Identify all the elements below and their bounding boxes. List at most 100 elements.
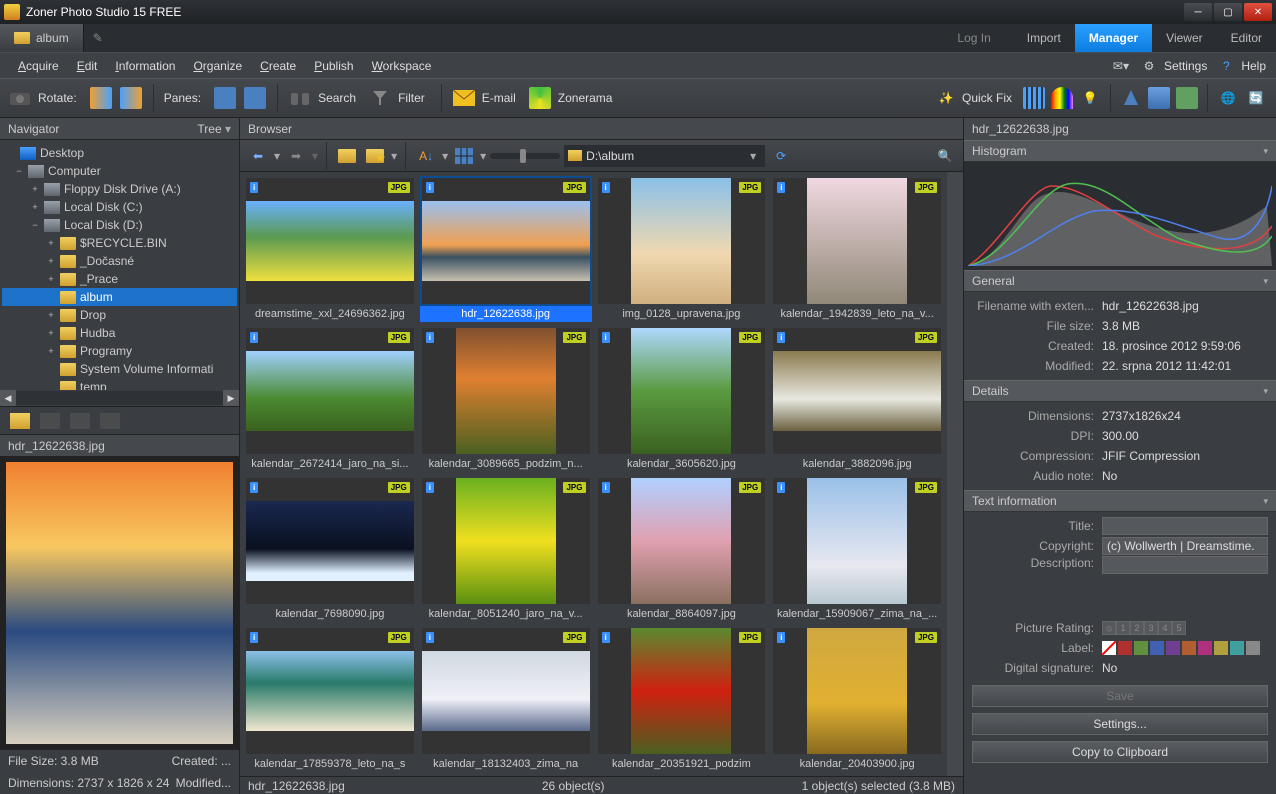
menu-create[interactable]: Create	[252, 56, 304, 76]
tree-temp[interactable]: temp	[2, 378, 237, 390]
tree-svi[interactable]: System Volume Informati	[2, 360, 237, 378]
settings-link[interactable]: Settings	[1164, 59, 1207, 73]
rainbow-icon[interactable]	[1050, 86, 1074, 110]
globe-plus-icon[interactable]: 🌐	[1216, 86, 1240, 110]
tree-desktop[interactable]: Desktop	[2, 144, 237, 162]
copy-clipboard-button[interactable]: Copy to Clipboard	[972, 741, 1268, 763]
help-link[interactable]: Help	[1241, 59, 1266, 73]
thumb-item[interactable]: iJPGkalendar_20403900.jpg	[771, 626, 943, 772]
title-input[interactable]	[1102, 517, 1268, 535]
crop-icon[interactable]	[1175, 86, 1199, 110]
tree-hudba[interactable]: +Hudba	[2, 324, 237, 342]
thumb-item[interactable]: iJPGimg_0128_upravena.jpg	[596, 176, 768, 322]
minimize-button[interactable]: ─	[1184, 3, 1212, 21]
tree-hscroll[interactable]: ◀▶	[0, 390, 239, 406]
tree-programy[interactable]: +Programy	[2, 342, 237, 360]
binoculars-icon[interactable]	[288, 86, 312, 110]
thumb-item[interactable]: iJPGkalendar_3882096.jpg	[771, 326, 943, 472]
thumb-item[interactable]: iJPGkalendar_3089665_podzim_n...	[420, 326, 592, 472]
levels-icon[interactable]	[1022, 86, 1046, 110]
histogram-header[interactable]: Histogram▾	[964, 140, 1276, 162]
tree-floppy[interactable]: +Floppy Disk Drive (A:)	[2, 180, 237, 198]
thumb-grid-wrap[interactable]: iJPGdreamstime_xxl_24696362.jpgiJPGhdr_1…	[240, 172, 947, 776]
preview-image[interactable]	[0, 456, 239, 750]
tree-recycle[interactable]: +$RECYCLE.BIN	[2, 234, 237, 252]
thumb-item[interactable]: iJPGkalendar_3605620.jpg	[596, 326, 768, 472]
file-tab-album[interactable]: album	[0, 24, 84, 52]
menu-workspace[interactable]: Workspace	[364, 56, 440, 76]
label-control[interactable]	[1102, 641, 1260, 655]
sharpen-icon[interactable]	[1119, 86, 1143, 110]
mode-editor[interactable]: Editor	[1217, 24, 1276, 52]
refresh-icon[interactable]: ⟳	[769, 145, 793, 167]
thumb-size-slider[interactable]	[490, 153, 560, 159]
view-grid-icon[interactable]	[452, 145, 476, 167]
thumb-item[interactable]: iJPGdreamstime_xxl_24696362.jpg	[244, 176, 416, 322]
login-link[interactable]: Log In	[943, 24, 1004, 52]
globe-sync-icon[interactable]: 🔄	[1244, 86, 1268, 110]
menu-information[interactable]: Information	[107, 56, 183, 76]
funnel-icon[interactable]	[368, 86, 392, 110]
text-info-header[interactable]: Text information▾	[964, 490, 1276, 512]
folder-tree[interactable]: Desktop −Computer +Floppy Disk Drive (A:…	[0, 140, 239, 390]
tree-c[interactable]: +Local Disk (C:)	[2, 198, 237, 216]
fav-star-icon[interactable]: ★	[363, 145, 387, 167]
tool4-icon[interactable]	[100, 413, 120, 429]
maximize-button[interactable]: ▢	[1214, 3, 1242, 21]
email-label[interactable]: E-mail	[482, 91, 516, 105]
path-dropdown-icon[interactable]: ▾	[745, 149, 761, 163]
save-button[interactable]: Save	[972, 685, 1268, 707]
thumb-item[interactable]: iJPGkalendar_2672414_jaro_na_si...	[244, 326, 416, 472]
pane-info-icon[interactable]	[243, 86, 267, 110]
tree-computer[interactable]: −Computer	[2, 162, 237, 180]
up-folder-icon[interactable]	[335, 145, 359, 167]
thumb-item[interactable]: iJPGkalendar_7698090.jpg	[244, 476, 416, 622]
tool3-icon[interactable]	[70, 413, 90, 429]
tree-docasne[interactable]: +_Dočasné	[2, 252, 237, 270]
search-label[interactable]: Search	[318, 91, 356, 105]
gear-icon[interactable]: ⚙	[1140, 57, 1158, 75]
pane-nav-icon[interactable]	[213, 86, 237, 110]
path-input[interactable]	[586, 149, 741, 163]
general-header[interactable]: General▾	[964, 270, 1276, 292]
tree-prace[interactable]: +_Prace	[2, 270, 237, 288]
resize-icon[interactable]	[1147, 86, 1171, 110]
back-icon[interactable]: ⬅	[246, 145, 270, 167]
nav-mode[interactable]: Tree	[197, 122, 221, 136]
thumb-item[interactable]: iJPGkalendar_15909067_zima_na_...	[771, 476, 943, 622]
email-icon[interactable]	[452, 86, 476, 110]
rotate-left-icon[interactable]	[89, 86, 113, 110]
thumb-item[interactable]: iJPGkalendar_17859378_leto_na_s	[244, 626, 416, 772]
rotate-right-icon[interactable]	[119, 86, 143, 110]
thumb-item[interactable]: iJPGkalendar_8051240_jaro_na_v...	[420, 476, 592, 622]
help-icon[interactable]: ?	[1217, 57, 1235, 75]
thumb-item[interactable]: iJPGkalendar_18132403_zima_na	[420, 626, 592, 772]
bulb-icon[interactable]: 💡	[1078, 86, 1102, 110]
thumb-item[interactable]: iJPGkalendar_8864097.jpg	[596, 476, 768, 622]
menu-publish[interactable]: Publish	[306, 56, 361, 76]
rating-control[interactable]: ⦸12345	[1102, 621, 1186, 635]
fav-folder-icon[interactable]	[10, 413, 30, 429]
filter-label[interactable]: Filter	[398, 91, 425, 105]
path-box[interactable]: ▾	[564, 145, 765, 167]
quickfix-label[interactable]: Quick Fix	[962, 91, 1012, 105]
envelope-dropdown-icon[interactable]: ✉▾	[1112, 57, 1130, 75]
close-button[interactable]: ✕	[1244, 3, 1272, 21]
mode-manager[interactable]: Manager	[1075, 24, 1152, 52]
thumb-item[interactable]: iJPGkalendar_20351921_podzim	[596, 626, 768, 772]
zonerama-icon[interactable]	[528, 86, 552, 110]
forward-icon[interactable]: ➡	[284, 145, 308, 167]
mode-viewer[interactable]: Viewer	[1152, 24, 1216, 52]
tree-album[interactable]: album	[2, 288, 237, 306]
sort-icon[interactable]: A↓	[414, 145, 438, 167]
settings-button[interactable]: Settings...	[972, 713, 1268, 735]
tree-drop[interactable]: +Drop	[2, 306, 237, 324]
edit-tab-icon[interactable]: ✎	[84, 24, 112, 52]
mode-import[interactable]: Import	[1013, 24, 1075, 52]
details-header[interactable]: Details▾	[964, 380, 1276, 402]
thumb-item[interactable]: iJPGkalendar_1942839_leto_na_v...	[771, 176, 943, 322]
copyright-input[interactable]	[1102, 537, 1268, 555]
menu-acquire[interactable]: Acquire	[10, 56, 67, 76]
thumb-item[interactable]: iJPGhdr_12622638.jpg	[420, 176, 592, 322]
browser-vscroll[interactable]	[947, 172, 963, 776]
